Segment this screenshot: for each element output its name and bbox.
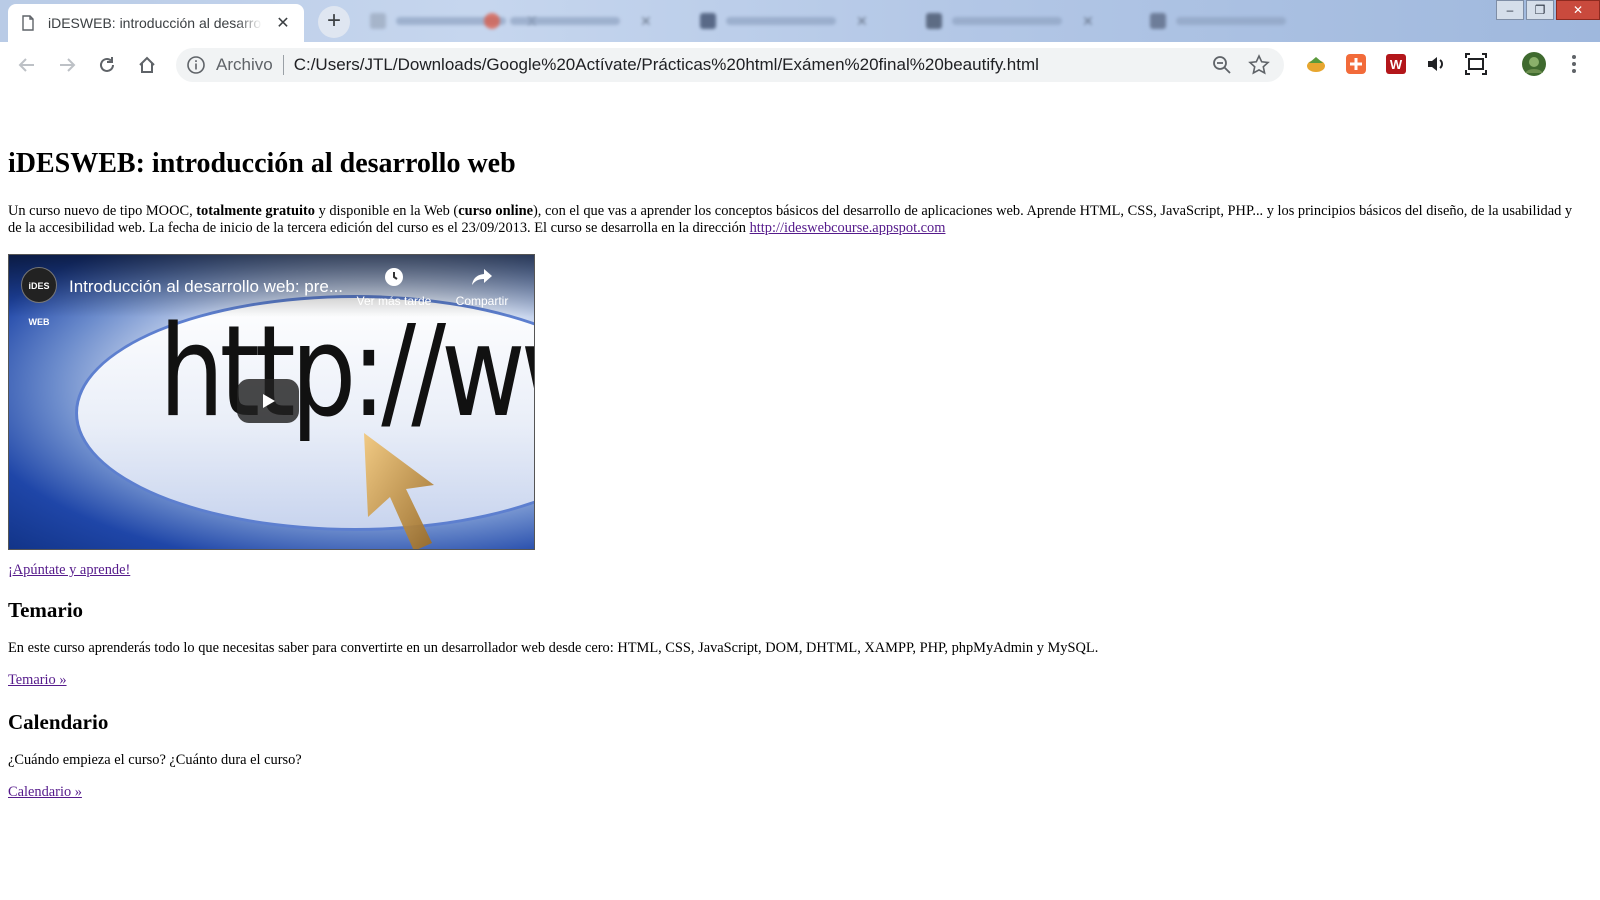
page-title: iDESWEB: introducción al desarrollo web [8, 148, 516, 179]
reload-button[interactable] [92, 50, 122, 80]
calendario-link[interactable]: Calendario » [8, 784, 82, 801]
watch-later-button[interactable]: Ver más tarde [349, 267, 439, 308]
tab-active[interactable]: iDESWEB: introducción al desarrollo web … [8, 4, 304, 42]
background-tab[interactable]: ✕ [484, 10, 652, 32]
calendario-text: ¿Cuándo empieza el curso? ¿Cuánto dura e… [8, 752, 302, 768]
extension-icon[interactable] [1304, 52, 1328, 76]
temario-heading: Temario [8, 598, 84, 622]
home-icon [139, 56, 155, 73]
zoom-icon[interactable] [1212, 55, 1232, 75]
signup-link[interactable]: ¡Apúntate y aprende! [8, 562, 130, 579]
intro-text: Un curso nuevo de tipo MOOC, [8, 203, 197, 219]
video-title[interactable]: Introducción al desarrollo web: pre... [69, 277, 343, 297]
temario-text: En este curso aprenderás todo lo que nec… [8, 640, 1099, 656]
maximize-button[interactable]: ❐ [1526, 0, 1554, 20]
speaker-icon[interactable] [1424, 52, 1448, 76]
back-icon [18, 58, 34, 72]
play-icon [263, 394, 275, 408]
watch-later-label: Ver más tarde [356, 294, 432, 308]
background-tab[interactable]: ✕ [700, 10, 868, 32]
clock-icon [385, 268, 403, 286]
back-button[interactable] [12, 50, 42, 80]
svg-text:W: W [1390, 57, 1403, 72]
forward-button[interactable] [52, 50, 82, 80]
channel-logo[interactable]: iDES WEB [21, 267, 57, 327]
screen-capture-icon[interactable] [1464, 52, 1488, 76]
minimize-button[interactable]: – [1496, 0, 1524, 20]
address-bar[interactable]: Archivo C:/Users/JTL/Downloads/Google%20… [176, 48, 1284, 82]
thumbnail-text: http://www. [159, 298, 534, 445]
info-icon[interactable] [186, 55, 206, 75]
tab-close-icon[interactable]: ✕ [274, 13, 292, 33]
play-button[interactable] [237, 379, 299, 423]
window-controls: – ❐ ✕ [1494, 0, 1600, 22]
url-text[interactable]: C:/Users/JTL/Downloads/Google%20Actívate… [294, 55, 1039, 75]
star-icon[interactable] [1248, 54, 1270, 76]
window-close-button[interactable]: ✕ [1556, 0, 1600, 20]
new-tab-button[interactable]: + [318, 6, 350, 38]
document-icon [22, 15, 34, 31]
extension-icon[interactable] [1344, 52, 1368, 76]
share-button[interactable]: Compartir [437, 267, 527, 308]
share-label: Compartir [455, 294, 509, 308]
video-player[interactable]: http://www. iDES WEB Introducción al des… [8, 254, 535, 550]
browser-toolbar: Archivo C:/Users/JTL/Downloads/Google%20… [0, 42, 1600, 88]
temario-link[interactable]: Temario » [8, 672, 67, 689]
intro-paragraph: Un curso nuevo de tipo MOOC, totalmente … [8, 203, 1588, 237]
background-tab[interactable]: ✕ [926, 10, 1094, 32]
avatar[interactable] [1520, 50, 1548, 78]
reload-icon [100, 57, 114, 72]
home-button[interactable] [132, 50, 162, 80]
calendario-heading: Calendario [8, 710, 109, 734]
forward-icon [60, 58, 76, 72]
intro-text: y disponible en la Web ( [314, 203, 459, 219]
intro-bold-online: curso online [458, 203, 533, 219]
extension-icon[interactable]: W [1384, 52, 1408, 76]
tab-title: iDESWEB: introducción al desarrollo web [48, 15, 262, 31]
menu-icon[interactable] [1562, 52, 1586, 76]
background-tab[interactable] [1150, 10, 1286, 32]
tab-strip: iDESWEB: introducción al desarrollo web … [0, 0, 1600, 42]
cursor-arrow-icon [364, 433, 434, 549]
omnibox-divider [282, 55, 284, 75]
course-url-link[interactable]: http://ideswebcourse.appspot.com [750, 220, 946, 236]
intro-bold-free: totalmente gratuito [196, 203, 315, 219]
scheme-label: Archivo [216, 55, 273, 74]
share-icon [472, 269, 492, 285]
